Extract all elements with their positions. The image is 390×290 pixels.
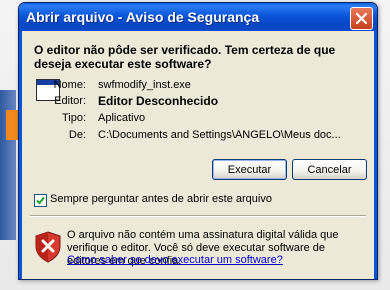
type-value: Aplicativo bbox=[98, 112, 146, 124]
from-label: De: bbox=[68, 129, 86, 141]
checkmark-icon bbox=[36, 196, 45, 205]
separator bbox=[30, 215, 366, 217]
help-link[interactable]: Como saber se devo executar um software? bbox=[67, 254, 283, 266]
background-accent bbox=[6, 110, 18, 140]
name-label: Nome: bbox=[53, 79, 86, 91]
security-warning-dialog: Abrir arquivo - Aviso de Segurança O edi… bbox=[18, 2, 378, 280]
always-ask-label: Sempre perguntar antes de abrir este arq… bbox=[50, 193, 272, 205]
warning-heading: O editor não pôde ser verificado. Tem ce… bbox=[34, 43, 336, 71]
from-value: C:\Documents and Settings\ANGELO\Meus do… bbox=[98, 129, 341, 141]
dialog-body: O editor não pôde ser verificado. Tem ce… bbox=[22, 31, 374, 276]
publisher-value: Editor Desconhecido bbox=[98, 94, 219, 108]
run-button[interactable]: Executar bbox=[212, 159, 287, 180]
name-value: swfmodify_inst.exe bbox=[98, 79, 191, 91]
window-border-right bbox=[374, 31, 377, 279]
shield-warning-icon bbox=[35, 231, 61, 263]
close-icon bbox=[356, 13, 367, 24]
cancel-button[interactable]: Cancelar bbox=[292, 159, 367, 180]
publisher-label: Editor: bbox=[54, 95, 86, 107]
type-label: Tipo: bbox=[61, 112, 86, 124]
title-bar[interactable]: Abrir arquivo - Aviso de Segurança bbox=[19, 3, 377, 31]
always-ask-checkbox[interactable] bbox=[34, 194, 47, 207]
window-title: Abrir arquivo - Aviso de Segurança bbox=[26, 9, 260, 25]
close-button[interactable] bbox=[350, 7, 373, 30]
